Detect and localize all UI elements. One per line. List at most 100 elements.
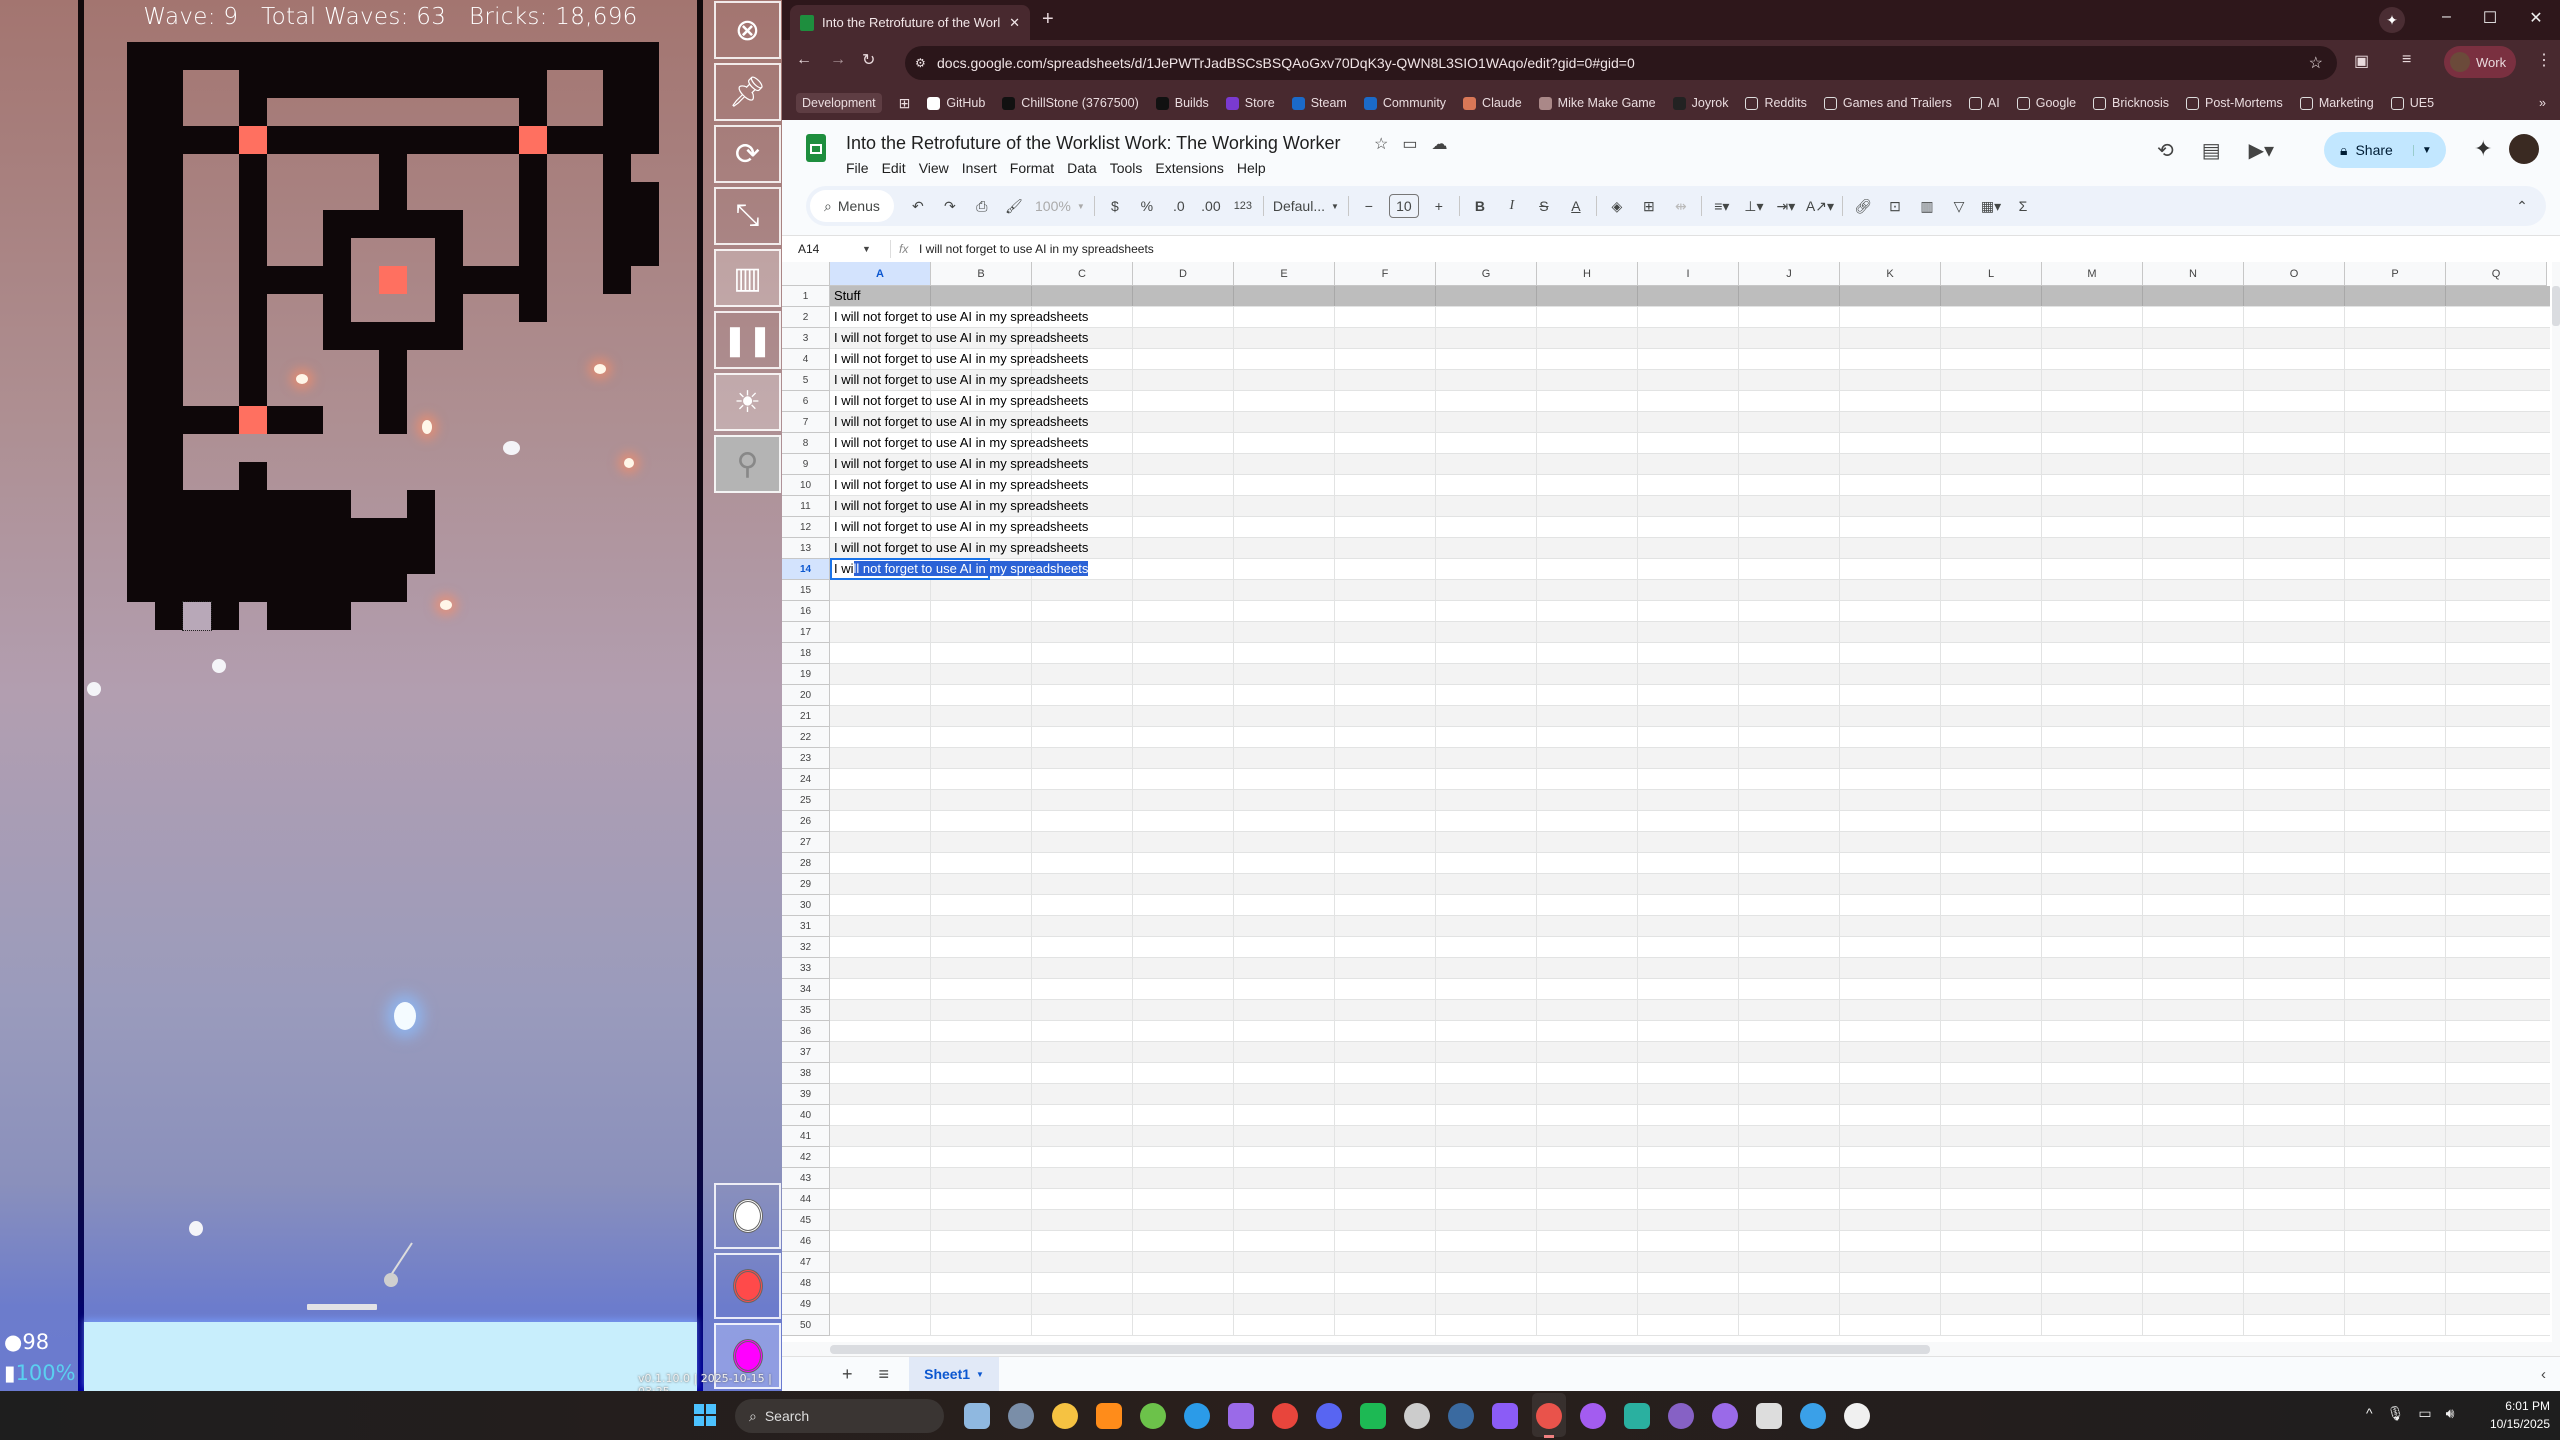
paint-format-icon[interactable]: 🖌︎: [998, 190, 1030, 222]
version-history-icon[interactable]: ⟲: [2157, 138, 2174, 163]
profile-button[interactable]: Work: [2444, 46, 2516, 78]
document-title[interactable]: Into the Retrofuture of the Worklist Wor…: [846, 133, 1341, 154]
cell-a6[interactable]: I will not forget to use AI in my spread…: [834, 391, 1088, 411]
column-header-h[interactable]: H: [1537, 262, 1638, 286]
row-header[interactable]: 40: [782, 1105, 830, 1126]
row-header[interactable]: 8: [782, 433, 830, 454]
row-header[interactable]: 30: [782, 895, 830, 916]
new-tab-button[interactable]: +: [1042, 8, 1054, 31]
row-header[interactable]: 4: [782, 349, 830, 370]
sheet-tab-dropdown-icon[interactable]: ▼: [976, 1370, 984, 1379]
horizontal-scrollbar[interactable]: [782, 1342, 2560, 1356]
file-explorer-icon[interactable]: [1052, 1403, 1078, 1429]
menu-tools[interactable]: Tools: [1110, 160, 1143, 176]
bookmark-builds[interactable]: Builds: [1155, 96, 1209, 110]
filter-views-icon[interactable]: ▦▾: [1975, 190, 2007, 222]
column-header-q[interactable]: Q: [2446, 262, 2547, 286]
cell-a1[interactable]: Stuff: [834, 286, 861, 306]
cell-a13[interactable]: I will not forget to use AI in my spread…: [834, 538, 1088, 558]
cell-a2[interactable]: I will not forget to use AI in my spread…: [834, 307, 1088, 327]
print-icon[interactable]: ⎙: [966, 190, 998, 222]
redo-icon[interactable]: ↷: [934, 190, 966, 222]
column-header-o[interactable]: O: [2244, 262, 2345, 286]
bookmark-ai[interactable]: AI: [1968, 96, 2000, 110]
bookmark-github[interactable]: GitHub: [927, 96, 985, 110]
fill-color-icon[interactable]: ◈: [1601, 190, 1633, 222]
row-header[interactable]: 23: [782, 748, 830, 769]
meet-icon[interactable]: ▶▾: [2249, 138, 2274, 163]
row-header[interactable]: 24: [782, 769, 830, 790]
menu-extensions[interactable]: Extensions: [1155, 160, 1223, 176]
column-header-d[interactable]: D: [1133, 262, 1234, 286]
row-header[interactable]: 5: [782, 370, 830, 391]
comments-icon[interactable]: ▤: [2202, 138, 2221, 163]
discord-icon[interactable]: [1316, 1403, 1342, 1429]
brightness-button[interactable]: ☀: [714, 373, 781, 431]
share-dropdown-icon[interactable]: ▼: [2412, 144, 2432, 156]
text-color-button[interactable]: A: [1560, 190, 1592, 222]
row-header[interactable]: 32: [782, 937, 830, 958]
column-header-a[interactable]: A: [830, 262, 931, 286]
name-box[interactable]: A14: [782, 242, 862, 256]
bookmark-store[interactable]: Store: [1225, 96, 1275, 110]
vertical-align-icon[interactable]: ⊥▾: [1738, 190, 1770, 222]
row-header[interactable]: 46: [782, 1231, 830, 1252]
row-header[interactable]: 10: [782, 475, 830, 496]
strikethrough-button[interactable]: S: [1528, 190, 1560, 222]
font-size-input[interactable]: 10: [1388, 194, 1419, 218]
bookmark-bricknosis[interactable]: Bricknosis: [2093, 96, 2169, 110]
name-box-dropdown-icon[interactable]: ▼: [862, 244, 882, 254]
menu-insert[interactable]: Insert: [962, 160, 997, 176]
all-sheets-button[interactable]: ≡: [879, 1364, 890, 1385]
sheet-tab-sheet1[interactable]: Sheet1 ▼: [909, 1357, 1000, 1391]
sheets-logo[interactable]: [806, 134, 826, 162]
bookmark-claude[interactable]: Claude: [1463, 96, 1522, 110]
stats-button[interactable]: ▥: [714, 249, 781, 307]
purple-circle-icon[interactable]: [1580, 1403, 1606, 1429]
back-icon[interactable]: ←: [796, 51, 812, 69]
spreadsheet-grid[interactable]: A B C D E F G H I J K L M N O P Q 1 Stuff 2 I will not forge…: [782, 262, 2550, 1342]
borders-icon[interactable]: ⊞: [1633, 190, 1665, 222]
functions-button[interactable]: Σ: [2007, 190, 2039, 222]
row-header[interactable]: 20: [782, 685, 830, 706]
bookmark-mike-make-game[interactable]: Mike Make Game: [1538, 96, 1656, 110]
row-header[interactable]: 13: [782, 538, 830, 559]
merge-cells-icon[interactable]: ⇹: [1665, 190, 1697, 222]
row-header[interactable]: 41: [782, 1126, 830, 1147]
percent-button[interactable]: %: [1131, 190, 1163, 222]
bookmark-joyrok[interactable]: Joyrok: [1672, 96, 1728, 110]
collapse-toolbar-icon[interactable]: ⌃: [2506, 190, 2538, 222]
row-header[interactable]: 21: [782, 706, 830, 727]
bookmark-google[interactable]: Google: [2016, 96, 2076, 110]
row-header[interactable]: 2: [782, 307, 830, 328]
row-header[interactable]: 34: [782, 979, 830, 1000]
row-header[interactable]: 29: [782, 874, 830, 895]
bookmark-ue5[interactable]: UE5: [2390, 96, 2434, 110]
row-header[interactable]: 19: [782, 664, 830, 685]
column-header-g[interactable]: G: [1436, 262, 1537, 286]
row-header[interactable]: 27: [782, 832, 830, 853]
select-all-corner[interactable]: [782, 262, 830, 286]
zoom-select[interactable]: 100% ▼: [1030, 190, 1090, 222]
visual-studio-icon[interactable]: [1668, 1403, 1694, 1429]
site-info-icon[interactable]: ⚙: [915, 56, 926, 70]
bookmark-games-and-trailers[interactable]: Games and Trailers: [1823, 96, 1952, 110]
address-bar[interactable]: ⚙ docs.google.com/spreadsheets/d/1JePWTr…: [905, 46, 2337, 80]
game-window[interactable]: Wave: 9 Total Waves: 63 Bricks: 18,696 ⊗…: [0, 0, 782, 1391]
volume-icon[interactable]: 🔊︎: [2446, 1405, 2455, 1422]
insert-link-icon[interactable]: 🔗︎: [1847, 190, 1879, 222]
row-header[interactable]: 35: [782, 1000, 830, 1021]
vertical-scrollbar[interactable]: [2552, 262, 2560, 1342]
bookmark-steam[interactable]: Steam: [1291, 96, 1347, 110]
horizontal-align-icon[interactable]: ≡▾: [1706, 190, 1738, 222]
forward-icon[interactable]: →: [830, 51, 846, 69]
font-select[interactable]: Defaul... ▼: [1268, 190, 1344, 222]
cell-a12[interactable]: I will not forget to use AI in my spread…: [834, 517, 1088, 537]
increase-decimal-button[interactable]: .00: [1195, 190, 1227, 222]
row-header[interactable]: 36: [782, 1021, 830, 1042]
globe-icon[interactable]: [1800, 1403, 1826, 1429]
row-header[interactable]: 17: [782, 622, 830, 643]
row-header[interactable]: 3: [782, 328, 830, 349]
insert-chart-icon[interactable]: ▥: [1911, 190, 1943, 222]
unreal-icon[interactable]: [1844, 1403, 1870, 1429]
